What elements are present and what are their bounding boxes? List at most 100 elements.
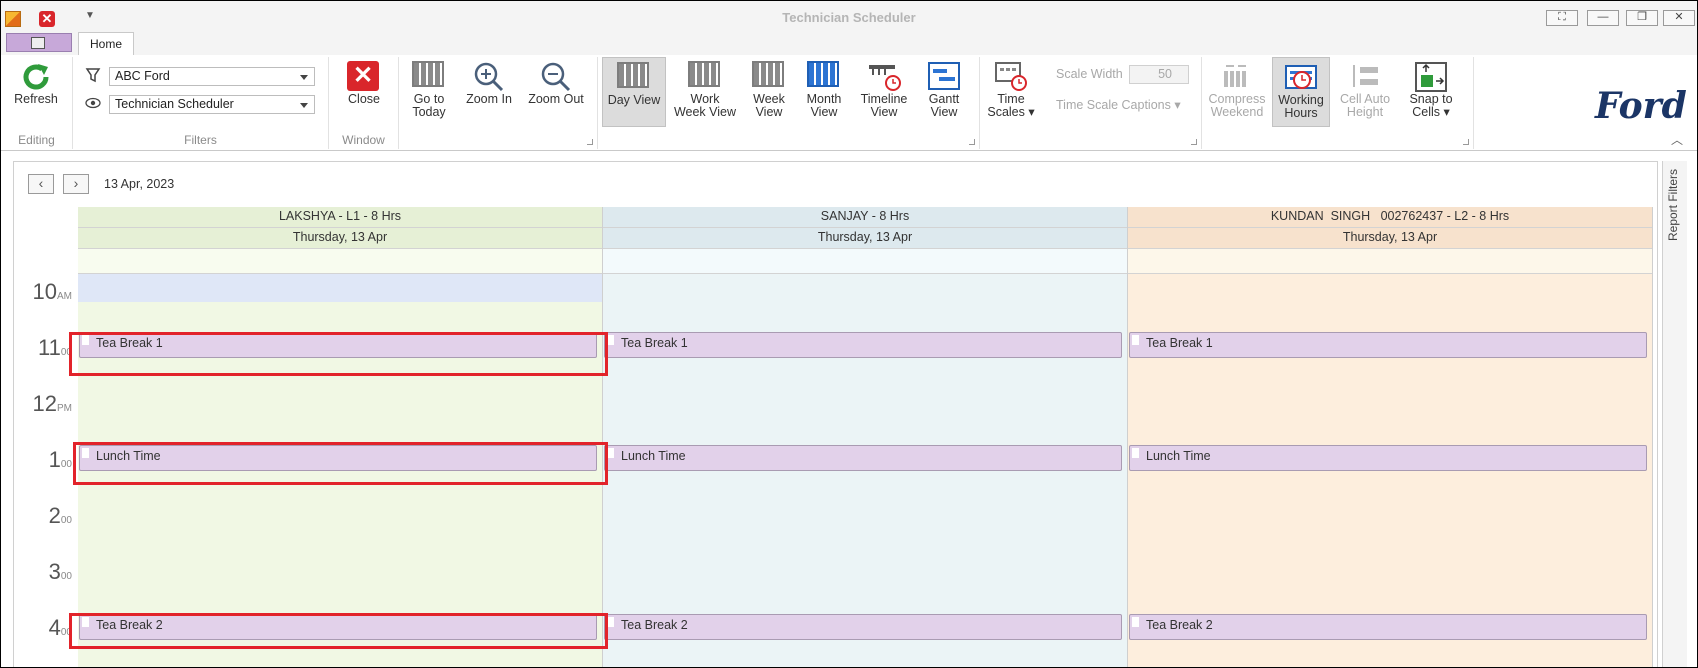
time-label: 200 <box>48 503 72 528</box>
title-bar: ✕ ▼ Technician Scheduler ⛶ — ❐ ✕ <box>1 1 1697 35</box>
current-date: 13 Apr, 2023 <box>104 177 175 191</box>
minimize-button[interactable]: — <box>1587 10 1619 26</box>
time-scales-button[interactable]: Time Scales ▾ <box>984 57 1038 127</box>
close-icon: ✕ <box>347 61 381 91</box>
zoom-in-icon <box>472 61 506 92</box>
all-day-area[interactable] <box>603 249 1127 274</box>
time-scale-captions-dropdown[interactable]: Time Scale Captions ▾ <box>1056 97 1181 112</box>
appointment[interactable]: Tea Break 1 <box>604 332 1122 358</box>
close-button[interactable]: ✕ Close <box>335 57 393 127</box>
close-window-button[interactable]: ✕ <box>1663 10 1695 26</box>
collapse-ribbon-icon[interactable]: ︿ <box>1671 131 1683 148</box>
time-label: 100 <box>48 447 72 472</box>
working-hours-icon <box>1284 62 1318 92</box>
timeline-view-button[interactable]: Timeline View <box>854 57 914 127</box>
appointment[interactable]: Tea Break 2 <box>604 614 1122 640</box>
group-navigation: Go to Today Zoom In Zoom Out <box>399 57 598 149</box>
window-title: Technician Scheduler <box>782 10 916 25</box>
group-options: Compress Weekend Working Hours Cell Auto He… <box>1202 57 1474 149</box>
time-scales-launcher[interactable] <box>1191 139 1197 145</box>
work-week-view-button[interactable]: Work Week View <box>670 57 740 127</box>
filter-icon <box>85 68 101 83</box>
work-week-view-icon <box>688 61 722 91</box>
day-header: Thursday, 13 Apr <box>1128 228 1652 249</box>
time-label: 1100 <box>38 335 72 360</box>
time-label: 10AM <box>32 279 72 304</box>
ford-logo: Ford <box>1595 85 1687 127</box>
group-editing: Refresh Editing <box>1 57 73 149</box>
day-header: Thursday, 13 Apr <box>603 228 1127 249</box>
appointment[interactable]: Tea Break 2 <box>1129 614 1647 640</box>
scale-width-input[interactable]: 50 <box>1129 65 1189 84</box>
day-body[interactable]: Tea Break 1 Lunch Time Tea Break 2 <box>1128 274 1652 667</box>
prev-button[interactable]: ‹ <box>28 174 54 194</box>
week-view-icon <box>752 61 786 91</box>
resource-column-sanjay: SANJAY - 8 Hrs Thursday, 13 Apr Tea Brea… <box>603 207 1128 667</box>
dealer-select[interactable]: ABC Ford <box>109 67 315 86</box>
tab-home[interactable]: Home <box>78 32 134 55</box>
report-filters-label: Report Filters <box>1666 169 1680 242</box>
all-day-area[interactable] <box>78 249 602 274</box>
selected-cell[interactable] <box>78 274 602 302</box>
snap-to-cells-button[interactable]: Snap to Cells ▾ <box>1400 57 1462 127</box>
cell-auto-height-icon <box>1348 61 1382 91</box>
timeline-view-icon <box>867 61 901 91</box>
refresh-icon <box>19 61 53 91</box>
all-day-area[interactable] <box>1128 249 1652 274</box>
highlight-box <box>69 332 608 376</box>
refresh-button[interactable]: Refresh <box>5 57 67 127</box>
compress-weekend-icon <box>1220 61 1254 91</box>
resource-header: SANJAY - 8 Hrs <box>603 207 1127 228</box>
zoom-in-button[interactable]: Zoom In <box>459 57 519 127</box>
view-select[interactable]: Technician Scheduler <box>109 95 315 114</box>
navigation-launcher[interactable] <box>587 139 593 145</box>
go-to-today-button[interactable]: Go to Today <box>403 57 455 127</box>
day-view-button[interactable]: Day View <box>602 57 666 127</box>
report-filters-panel[interactable]: Report Filters <box>1662 161 1687 667</box>
resource-header: LAKSHYA - L1 - 8 Hrs <box>78 207 602 228</box>
appointment[interactable]: Lunch Time <box>1129 445 1647 471</box>
month-view-icon <box>807 61 841 91</box>
highlight-box <box>69 613 608 649</box>
ribbon-tabs: Home <box>1 31 1697 56</box>
cell-auto-height-button[interactable]: Cell Auto Height <box>1334 57 1396 127</box>
calendar-today-icon <box>412 61 446 91</box>
next-button[interactable]: › <box>63 174 89 194</box>
group-time-scales: Time Scales ▾ Scale Width 50 Time Scale C… <box>980 57 1202 149</box>
group-filters: ABC Ford Technician Scheduler Filters <box>73 57 329 149</box>
resource-column-kundan: KUNDAN SINGH 002762437 - L2 - 8 Hrs Thur… <box>1128 207 1653 667</box>
resource-header: KUNDAN SINGH 002762437 - L2 - 8 Hrs <box>1128 207 1652 228</box>
options-launcher[interactable] <box>1463 139 1469 145</box>
group-views: Day View Work Week View Week View Month Vie… <box>598 57 980 149</box>
working-hours-button[interactable]: Working Hours <box>1272 57 1330 127</box>
day-header: Thursday, 13 Apr <box>78 228 602 249</box>
highlight-box <box>73 442 608 485</box>
application-menu-button[interactable] <box>6 33 72 52</box>
fullscreen-button[interactable]: ⛶ <box>1546 10 1578 26</box>
time-label: 300 <box>48 559 72 584</box>
appointment[interactable]: Lunch Time <box>604 445 1122 471</box>
month-view-button[interactable]: Month View <box>798 57 850 127</box>
scale-width-label: Scale Width <box>1056 67 1123 81</box>
gantt-view-icon <box>927 61 961 91</box>
restore-button[interactable]: ❐ <box>1626 10 1658 26</box>
scheduler: ‹ › 13 Apr, 2023 10AM 1100 12PM 100 200 … <box>13 161 1658 667</box>
zoom-out-icon <box>539 61 573 92</box>
appointment[interactable]: Tea Break 1 <box>1129 332 1647 358</box>
gantt-view-button[interactable]: Gantt View <box>918 57 970 127</box>
views-launcher[interactable] <box>969 139 975 145</box>
time-scales-icon <box>994 61 1028 91</box>
app-window: ✕ ▼ Technician Scheduler ⛶ — ❐ ✕ Home Re… <box>0 0 1698 668</box>
day-body[interactable]: Tea Break 1 Lunch Time Tea Break 2 <box>603 274 1127 667</box>
resource-column-lakshya: LAKSHYA - L1 - 8 Hrs Thursday, 13 Apr Te… <box>78 207 603 667</box>
compress-weekend-button[interactable]: Compress Weekend <box>1206 57 1268 127</box>
snap-to-cells-icon <box>1414 61 1448 92</box>
time-label: 12PM <box>32 391 72 416</box>
group-window: ✕ Close Window <box>329 57 399 149</box>
time-label: 400 <box>48 615 72 640</box>
eye-icon <box>85 97 101 109</box>
ribbon: Refresh Editing ABC Ford Technician Sche… <box>1 55 1697 151</box>
zoom-out-button[interactable]: Zoom Out <box>523 57 589 127</box>
week-view-button[interactable]: Week View <box>744 57 794 127</box>
day-view-icon <box>617 62 651 92</box>
